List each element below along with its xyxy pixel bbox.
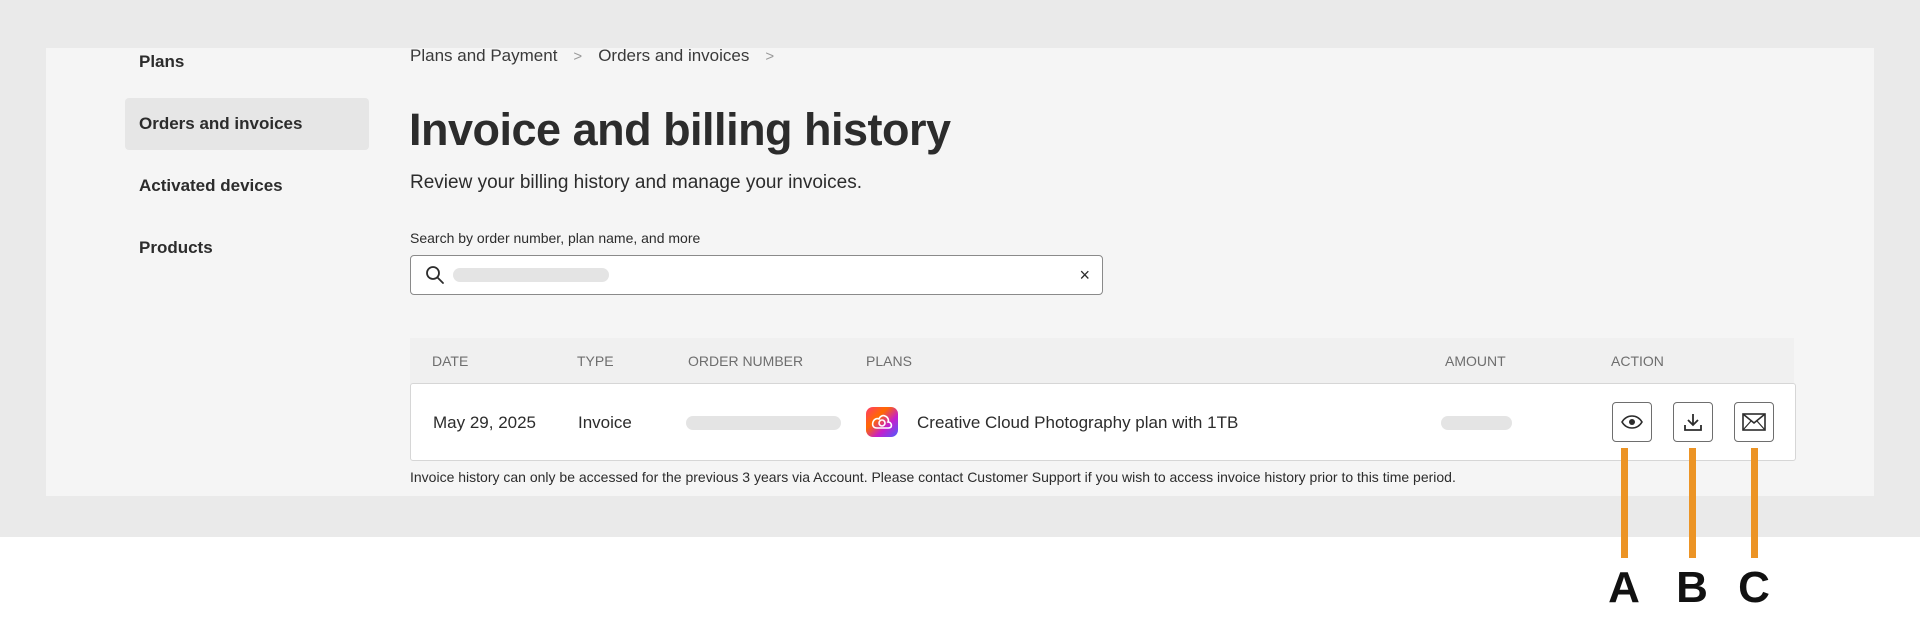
sidebar-item-label: Plans	[139, 52, 185, 71]
breadcrumb-link-plans-and-payment[interactable]: Plans and Payment	[410, 46, 557, 66]
sidebar-item-products[interactable]: Products	[125, 222, 369, 274]
view-invoice-button[interactable]	[1612, 402, 1652, 442]
sidebar-item-label: Activated devices	[139, 176, 283, 195]
callout-line-c	[1751, 448, 1758, 558]
sidebar-nav: Plans Orders and invoices Activated devi…	[125, 52, 369, 284]
callout-line-a	[1621, 448, 1628, 558]
callout-label-a: A	[1608, 563, 1640, 612]
table-row: May 29, 2025 Invoice Creative Cloud Phot…	[410, 383, 1796, 461]
creative-cloud-icon	[866, 407, 898, 437]
page-subtitle: Review your billing history and manage y…	[410, 172, 863, 193]
cell-date: May 29, 2025	[433, 413, 537, 432]
redacted-order-number	[686, 416, 841, 430]
cell-plan-name: Creative Cloud Photography plan with 1TB	[917, 413, 1239, 432]
download-invoice-button[interactable]	[1673, 402, 1713, 442]
column-header-action: ACTION	[1611, 353, 1664, 369]
redacted-search-text	[453, 268, 609, 282]
breadcrumb-separator: >	[765, 47, 775, 65]
sidebar-item-label: Orders and invoices	[139, 114, 303, 133]
table-header: DATE TYPE ORDER NUMBER PLANS AMOUNT ACTI…	[410, 338, 1794, 384]
cell-type: Invoice	[578, 413, 632, 432]
mail-icon	[1742, 413, 1766, 431]
search-icon	[426, 266, 444, 284]
sidebar-item-plans[interactable]: Plans	[125, 36, 369, 88]
page-title: Invoice and billing history	[409, 104, 951, 155]
callout-line-b	[1689, 448, 1696, 558]
email-invoice-button[interactable]	[1734, 402, 1774, 442]
eye-icon	[1621, 415, 1643, 429]
column-header-plans: PLANS	[866, 353, 912, 369]
column-header-order-number: ORDER NUMBER	[688, 353, 804, 369]
search-label: Search by order number, plan name, and m…	[410, 230, 701, 246]
column-header-date: DATE	[432, 353, 469, 369]
callout-label-c: C	[1738, 563, 1770, 612]
column-header-amount: AMOUNT	[1445, 353, 1506, 369]
breadcrumb-link-orders-and-invoices[interactable]: Orders and invoices	[598, 46, 749, 66]
clear-search-button[interactable]: ×	[1079, 265, 1090, 285]
sidebar-item-orders-and-invoices[interactable]: Orders and invoices	[125, 98, 369, 150]
download-icon	[1684, 414, 1702, 431]
sidebar-item-label: Products	[139, 238, 213, 257]
breadcrumb: Plans and Payment > Orders and invoices …	[410, 46, 790, 66]
breadcrumb-separator: >	[573, 47, 583, 65]
column-header-type: TYPE	[577, 353, 614, 369]
sidebar-item-activated-devices[interactable]: Activated devices	[125, 160, 369, 212]
invoice-history-footnote: Invoice history can only be accessed for…	[410, 469, 1456, 485]
redacted-amount	[1441, 416, 1512, 430]
callout-label-b: B	[1676, 563, 1708, 612]
